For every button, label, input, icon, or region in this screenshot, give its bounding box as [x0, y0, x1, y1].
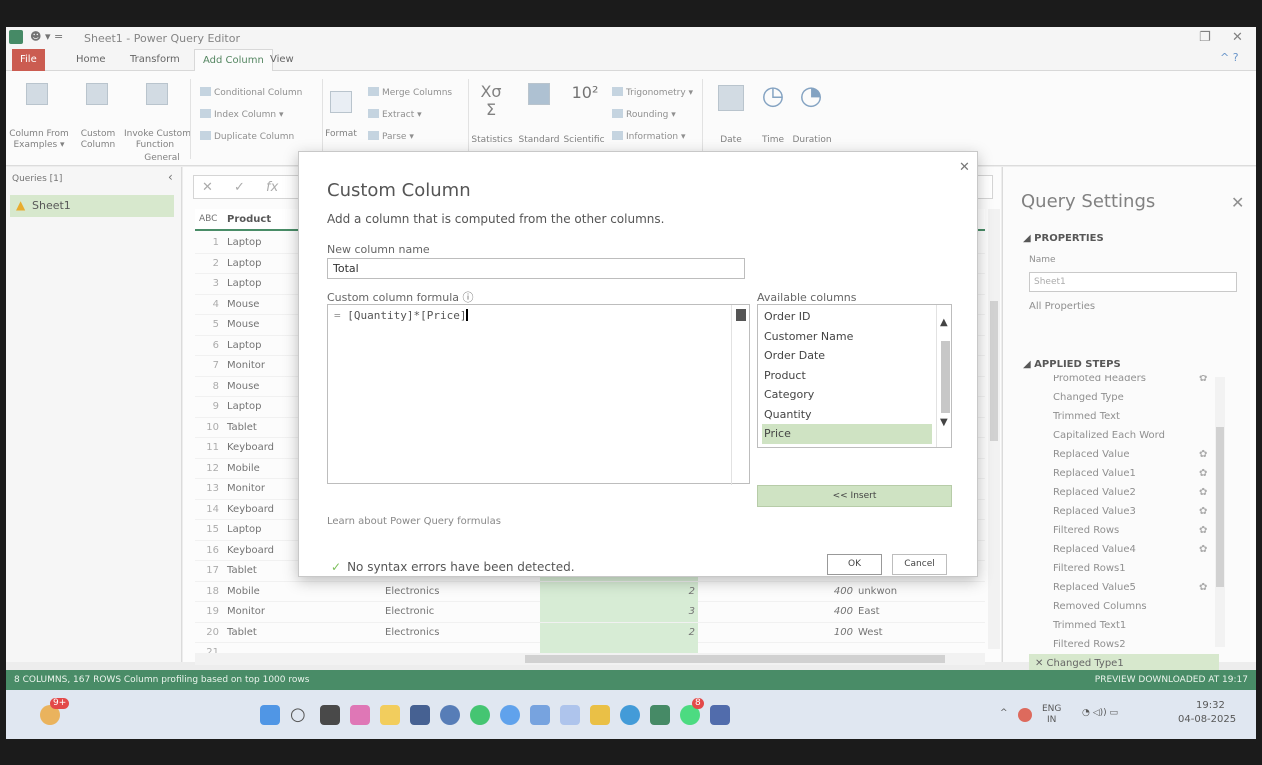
available-columns-list[interactable]: Order ID Customer Name Order Date Product Ca… — [757, 304, 952, 448]
check-icon: ✓ — [331, 560, 342, 574]
formula-code: = [Quantity]*[Price] — [334, 309, 469, 322]
available-column-item[interactable]: Region — [762, 444, 932, 448]
text-caret — [466, 309, 469, 321]
dialog-title: Custom Column — [327, 180, 471, 201]
custom-column-dialog: ✕ Custom Column Add a column that is com… — [298, 151, 978, 577]
available-column-item[interactable]: Product — [762, 366, 932, 386]
insert-button[interactable]: << Insert — [757, 485, 952, 507]
formula-label: Custom column formula ⓘ — [327, 291, 474, 304]
available-column-item[interactable]: Customer Name — [762, 327, 932, 347]
available-column-item[interactable]: Order ID — [762, 307, 932, 327]
new-column-name-label: New column name — [327, 243, 430, 256]
cancel-button[interactable]: Cancel — [892, 554, 947, 575]
minimap-marker — [736, 309, 746, 321]
ok-button[interactable]: OK — [827, 554, 882, 575]
screen: ☻ ▾ = Sheet1 - Power Query Editor ❐ ✕ Fi… — [6, 27, 1256, 739]
available-column-item[interactable]: Quantity — [762, 405, 932, 425]
new-column-name-input[interactable] — [327, 258, 745, 279]
available-column-item[interactable]: Price — [762, 424, 932, 444]
available-column-item[interactable]: Order Date — [762, 346, 932, 366]
scroll-up-icon[interactable]: ▲ — [940, 317, 948, 328]
syntax-status: ✓ No syntax errors have been detected. — [331, 560, 575, 574]
scroll-thumb[interactable] — [941, 341, 950, 413]
dialog-subtitle: Add a column that is computed from the o… — [327, 212, 665, 226]
available-columns-scrollbar[interactable]: ▲ ▼ — [936, 305, 951, 447]
close-dialog-icon[interactable]: ✕ — [959, 160, 970, 175]
formula-equals: = — [334, 309, 341, 322]
available-column-item[interactable]: Category — [762, 385, 932, 405]
formula-editor[interactable]: = [Quantity]*[Price] — [327, 304, 751, 485]
formula-minimap — [731, 305, 751, 485]
available-columns-label: Available columns — [757, 291, 857, 304]
syntax-status-text: No syntax errors have been detected. — [347, 560, 575, 574]
learn-formulas-link[interactable]: Learn about Power Query formulas — [327, 516, 501, 527]
formula-text: [Quantity]*[Price] — [347, 309, 467, 322]
scroll-down-icon[interactable]: ▼ — [940, 417, 948, 428]
